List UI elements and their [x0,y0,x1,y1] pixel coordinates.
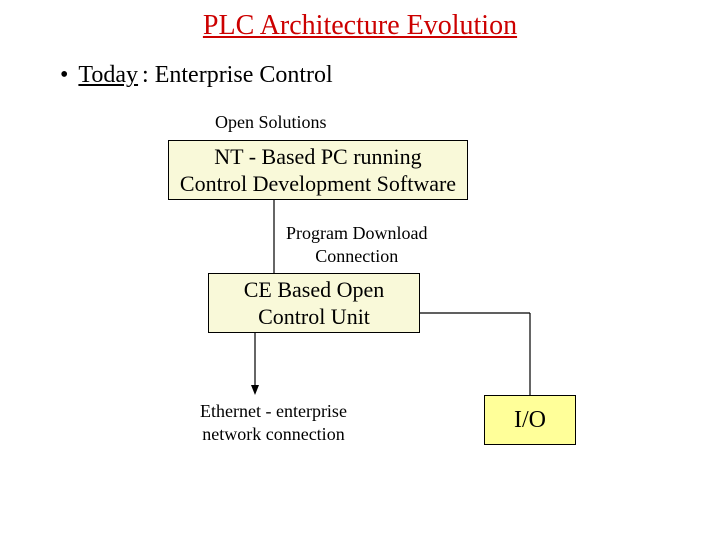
nt-line2: Control Development Software [180,171,456,196]
program-l1: Program Download [286,223,427,243]
bullet-rest: : Enterprise Control [142,62,333,89]
ce-control-unit-box: CE Based Open Control Unit [208,273,420,333]
bullet-today: Today [78,62,138,89]
nt-pc-box: NT - Based PC running Control Developmen… [168,140,468,200]
io-label: I/O [514,407,546,434]
ethernet-label: Ethernet - enterprise network connection [200,400,347,445]
ce-line1: CE Based Open [244,277,385,302]
program-download-label: Program Download Connection [286,222,427,267]
nt-line1: NT - Based PC running [214,144,421,169]
ce-line2: Control Unit [258,304,370,329]
io-box: I/O [484,395,576,445]
open-solutions-label: Open Solutions [215,112,327,133]
page-title: PLC Architecture Evolution [0,10,720,42]
program-l2: Connection [315,246,398,266]
bullet-dot-icon: • [60,62,68,89]
ethernet-l2: network connection [202,424,344,444]
bullet-item: • Today : Enterprise Control [60,62,333,89]
ethernet-l1: Ethernet - enterprise [200,401,347,421]
